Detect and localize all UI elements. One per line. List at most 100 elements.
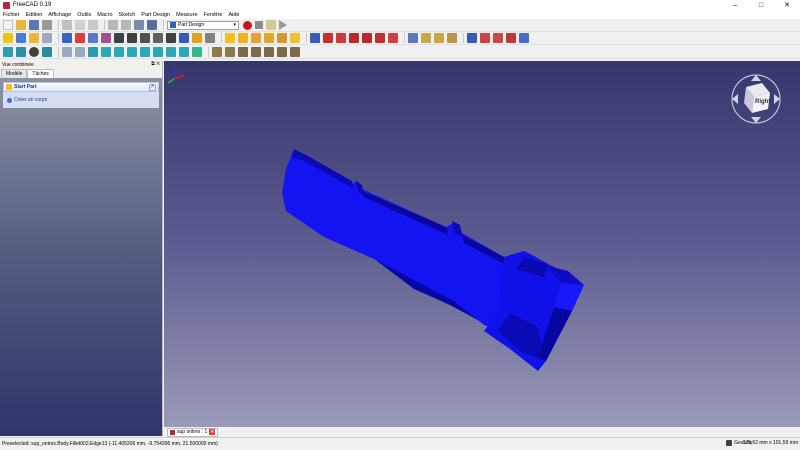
front-icon[interactable] [114, 46, 124, 57]
thickness-icon[interactable] [506, 33, 516, 43]
measure-icon[interactable] [192, 46, 202, 57]
validate-sketch-icon[interactable] [75, 33, 85, 43]
subtractive-helix-icon[interactable] [375, 33, 385, 43]
undo-icon[interactable] [108, 20, 118, 30]
document-tab[interactable]: sup ontres : 1 ✕ [167, 427, 219, 437]
macro-edit-icon[interactable] [266, 20, 276, 30]
measure-clear-icon[interactable] [251, 46, 261, 57]
menu-measure[interactable]: Measure [176, 12, 197, 18]
reorient-sketch-icon[interactable] [101, 33, 111, 43]
close-button[interactable]: ✕ [774, 0, 800, 10]
open-icon[interactable] [16, 20, 26, 30]
menu-sketch[interactable]: Sketch [119, 12, 136, 18]
draw-style-icon[interactable] [29, 46, 39, 57]
macro-record-icon[interactable] [243, 20, 252, 30]
measure-angular-icon[interactable] [225, 46, 235, 57]
macro-stop-icon[interactable] [255, 21, 263, 29]
menu-edition[interactable]: Edition [26, 12, 43, 18]
menu-part-design[interactable]: Part Design [141, 12, 170, 18]
close-icon[interactable]: ✕ [209, 429, 216, 435]
lcs-icon[interactable] [153, 33, 163, 43]
loft-icon[interactable] [251, 33, 261, 43]
additive-primitive-icon[interactable] [290, 33, 300, 43]
tab-taches[interactable]: Tâches [27, 69, 54, 78]
copy-icon[interactable] [75, 20, 85, 30]
create-part-icon[interactable] [16, 33, 26, 43]
workbench-selector[interactable]: Part Design ▾ [167, 20, 239, 30]
subtractive-primitive-icon[interactable] [388, 33, 398, 43]
rear-icon[interactable] [153, 46, 163, 57]
bottom-icon[interactable] [166, 46, 176, 57]
dock-controls[interactable]: ⧉ ✕ [151, 61, 160, 67]
pad-icon[interactable] [225, 33, 235, 43]
menu-aide[interactable]: Aide [228, 12, 239, 18]
boolean-icon[interactable] [519, 33, 529, 43]
revolution-icon[interactable] [238, 33, 248, 43]
whats-this-icon[interactable] [147, 20, 157, 30]
shape-binder-icon[interactable] [166, 33, 176, 43]
redo-icon[interactable] [121, 20, 131, 30]
point-icon[interactable] [114, 33, 124, 43]
tab-modele[interactable]: Modèle [1, 69, 28, 78]
macro-play-icon[interactable] [279, 20, 287, 30]
measure-toggle-icon[interactable] [264, 46, 274, 57]
linear-pattern-icon[interactable] [421, 33, 431, 43]
forward-icon[interactable] [75, 46, 85, 57]
chamfer-icon[interactable] [480, 33, 490, 43]
std-views-icon[interactable] [88, 46, 98, 57]
paste-icon[interactable] [88, 20, 98, 30]
sub-binder-icon[interactable] [179, 33, 189, 43]
create-body-link[interactable]: Créer un corps [14, 97, 47, 103]
polar-pattern-icon[interactable] [434, 33, 444, 43]
minimize-button[interactable]: – [722, 0, 748, 10]
part-model[interactable] [282, 149, 584, 371]
pocket-icon[interactable] [310, 33, 320, 43]
measure-refresh-icon[interactable] [238, 46, 248, 57]
menu-macro[interactable]: Macro [97, 12, 112, 18]
maximize-button[interactable]: □ [748, 0, 774, 10]
subtractive-pipe-icon[interactable] [362, 33, 372, 43]
link-icon[interactable] [42, 33, 52, 43]
right-icon[interactable] [140, 46, 150, 57]
new-icon[interactable] [3, 20, 13, 30]
menu-fenetre[interactable]: Fenêtre [204, 12, 223, 18]
navigation-cube[interactable]: Right [728, 71, 784, 127]
pipe-icon[interactable] [264, 33, 274, 43]
3d-viewport[interactable]: Right [164, 61, 800, 427]
measure-3d-icon[interactable] [277, 46, 287, 57]
top-icon[interactable] [127, 46, 137, 57]
menu-outils[interactable]: Outils [77, 12, 91, 18]
clone-icon[interactable] [192, 33, 202, 43]
draft-icon[interactable] [493, 33, 503, 43]
line-icon[interactable] [127, 33, 137, 43]
plane-icon[interactable] [140, 33, 150, 43]
collapse-icon[interactable]: ^ [149, 84, 156, 91]
back-icon[interactable] [62, 46, 72, 57]
isometric-icon[interactable] [101, 46, 111, 57]
bounding-box-icon[interactable] [42, 46, 52, 57]
helix-icon[interactable] [277, 33, 287, 43]
groove-icon[interactable] [336, 33, 346, 43]
map-sketch-icon[interactable] [88, 33, 98, 43]
sketch-icon[interactable] [62, 33, 72, 43]
fit-all-icon[interactable] [3, 46, 13, 57]
cut-icon[interactable] [62, 20, 72, 30]
print-icon[interactable] [42, 20, 52, 30]
measure-linear-icon[interactable] [212, 46, 222, 57]
left-icon[interactable] [179, 46, 189, 57]
fit-selection-icon[interactable] [16, 46, 26, 57]
mirrored-icon[interactable] [408, 33, 418, 43]
menu-affichage[interactable]: Affichage [48, 12, 71, 18]
create-body-icon[interactable] [3, 33, 13, 43]
open-group-icon[interactable] [29, 33, 39, 43]
menu-fichier[interactable]: Fichier [3, 12, 20, 18]
hole-icon[interactable] [323, 33, 333, 43]
refresh-icon[interactable] [134, 20, 144, 30]
multi-transform-icon[interactable] [447, 33, 457, 43]
datum-icon[interactable] [205, 33, 215, 43]
subtractive-loft-icon[interactable] [349, 33, 359, 43]
measure-delta-icon[interactable] [290, 46, 300, 57]
task-panel-header[interactable]: Start Part ^ [3, 82, 159, 92]
save-icon[interactable] [29, 20, 39, 30]
fillet-icon[interactable] [467, 33, 477, 43]
